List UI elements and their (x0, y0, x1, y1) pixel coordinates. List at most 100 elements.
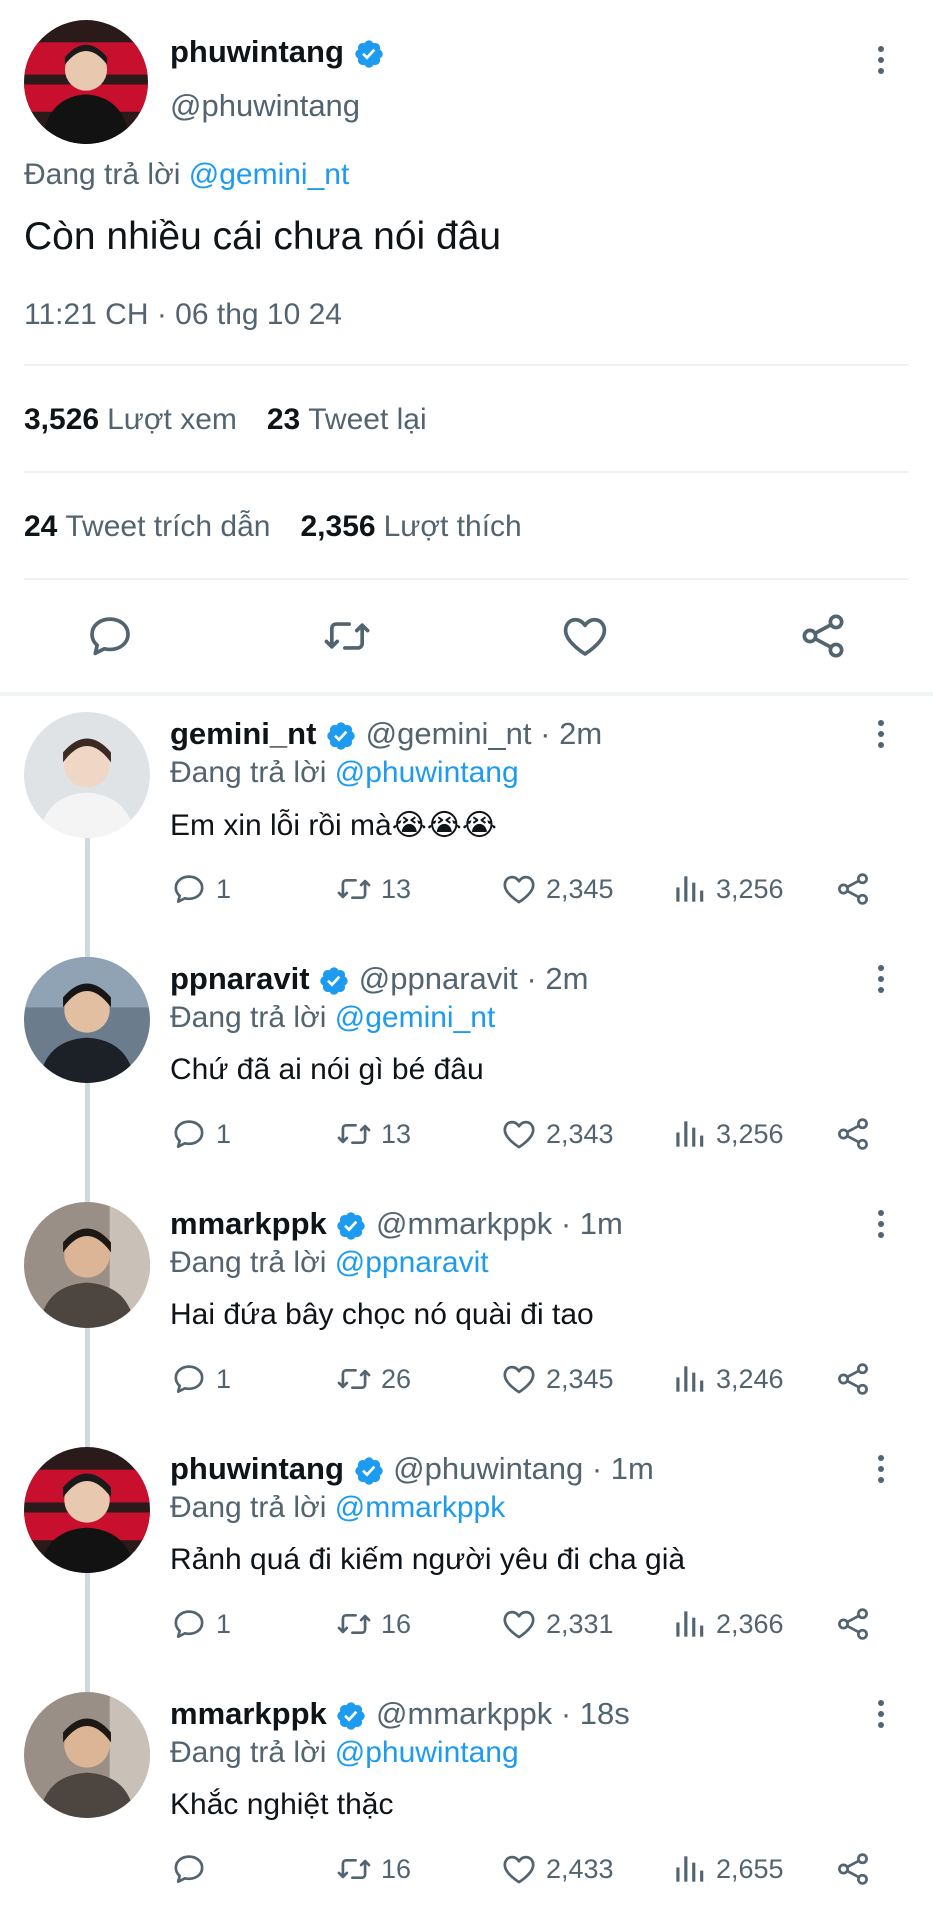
retweet-button[interactable]: 26 (335, 1360, 411, 1398)
main-tweet-actions (0, 590, 933, 680)
author-handle[interactable]: @phuwintang (393, 1451, 583, 1486)
avatar[interactable] (24, 1447, 150, 1573)
author-name[interactable]: gemini_nt (170, 716, 316, 751)
share-button[interactable] (834, 1115, 872, 1153)
retweet-button[interactable]: 16 (335, 1605, 411, 1643)
author-handle[interactable]: @phuwintang (170, 88, 360, 124)
more-options-icon[interactable] (866, 712, 896, 756)
avatar[interactable] (24, 712, 150, 838)
like-count: 2,433 (546, 1853, 614, 1884)
thread-line (85, 1083, 90, 1202)
divider (24, 471, 909, 473)
replying-to-link[interactable]: @gemini_nt (189, 158, 350, 191)
replying-to: Đang trả lời @ppnaravit (170, 1246, 489, 1280)
author-name[interactable]: mmarkppk (170, 1696, 327, 1731)
like-button[interactable]: 2,345 (500, 870, 614, 908)
views-button[interactable]: 2,366 (670, 1605, 784, 1643)
stats-row-2: 24 Tweet trích dẫn 2,356 Lượt thích (24, 510, 522, 544)
share-button[interactable] (834, 1360, 872, 1398)
author-handle[interactable]: @ppnaravit (359, 961, 518, 996)
views-button[interactable]: 2,655 (670, 1850, 784, 1888)
more-options-icon[interactable] (866, 1692, 896, 1736)
share-icon (834, 1115, 872, 1153)
author-name[interactable]: phuwintang (170, 34, 344, 69)
retweet-button[interactable]: 13 (335, 870, 411, 908)
avatar[interactable] (24, 20, 148, 144)
more-options-icon[interactable] (866, 957, 896, 1001)
reply-header: mmarkppk @mmarkppk · 18s (170, 1696, 630, 1732)
author-name[interactable]: ppnaravit (170, 961, 310, 996)
retweet-button[interactable]: 16 (335, 1850, 411, 1888)
reply-tweet[interactable]: mmarkppk @mmarkppk · 1m Đang trả lời @pp… (0, 1188, 933, 1447)
thread-line (85, 1573, 90, 1692)
reply-button[interactable]: 1 (170, 1360, 231, 1398)
verified-badge-icon (325, 720, 357, 752)
verified-badge-icon (335, 1210, 367, 1242)
reply-button[interactable]: 1 (170, 870, 231, 908)
reply-header: mmarkppk @mmarkppk · 1m (170, 1206, 623, 1242)
reply-count: 1 (216, 1363, 232, 1394)
replying-to-link[interactable]: @mmarkppk (335, 1491, 505, 1524)
like-count: 2,331 (546, 1608, 614, 1639)
views-button[interactable]: 3,256 (670, 870, 784, 908)
like-icon[interactable] (559, 610, 611, 662)
avatar[interactable] (24, 1202, 150, 1328)
reply-button[interactable]: 1 (170, 1605, 231, 1643)
author-handle[interactable]: @gemini_nt (366, 716, 532, 751)
views-stat[interactable]: 3,526 Lượt xem (24, 403, 237, 437)
replying-to-link[interactable]: @phuwintang (335, 756, 519, 789)
quotes-label: Tweet trích dẫn (65, 510, 271, 543)
views-button[interactable]: 3,256 (670, 1115, 784, 1153)
reply-time[interactable]: 1m (580, 1206, 623, 1241)
replying-to-link[interactable]: @gemini_nt (335, 1001, 496, 1034)
reply-time[interactable]: 1m (611, 1451, 654, 1486)
views-label: Lượt xem (107, 403, 237, 436)
share-button[interactable] (834, 870, 872, 908)
views-button[interactable]: 3,246 (670, 1360, 784, 1398)
replying-to-link[interactable]: @phuwintang (335, 1736, 519, 1769)
like-button[interactable]: 2,433 (500, 1850, 614, 1888)
author-name[interactable]: phuwintang (170, 1451, 344, 1486)
author-handle[interactable]: @mmarkppk (376, 1206, 552, 1241)
avatar-image (24, 1447, 150, 1573)
reply-tweet[interactable]: ppnaravit @ppnaravit · 2m Đang trả lời @… (0, 943, 933, 1202)
reply-time[interactable]: 2m (545, 961, 588, 996)
avatar[interactable] (24, 1692, 150, 1818)
tweet-text: Rảnh quá đi kiếm người yêu đi cha già (170, 1543, 686, 1576)
reply-count: 1 (216, 873, 232, 904)
retweet-button[interactable]: 13 (335, 1115, 411, 1153)
reply-icon (170, 1605, 208, 1643)
reply-tweet[interactable]: mmarkppk @mmarkppk · 18s Đang trả lời @p… (0, 1678, 933, 1920)
author-handle[interactable]: @mmarkppk (376, 1696, 552, 1731)
tweet-text: Em xin lỗi rồi mà😭😭😭 (170, 809, 497, 842)
thread-line (85, 1328, 90, 1447)
share-icon[interactable] (797, 610, 849, 662)
more-options-icon[interactable] (866, 1202, 896, 1246)
reply-button[interactable]: 1 (170, 1115, 231, 1153)
avatar[interactable] (24, 957, 150, 1083)
reply-tweet[interactable]: gemini_nt @gemini_nt · 2m Đang trả lời @… (0, 698, 933, 957)
quotes-stat[interactable]: 24 Tweet trích dẫn (24, 510, 270, 544)
likes-stat[interactable]: 2,356 Lượt thích (300, 510, 521, 544)
thread-line (85, 838, 90, 957)
retweet-icon[interactable] (321, 610, 373, 662)
share-button[interactable] (834, 1605, 872, 1643)
share-button[interactable] (834, 1850, 872, 1888)
like-button[interactable]: 2,343 (500, 1115, 614, 1153)
tweet-text: Chứ đã ai nói gì bé đâu (170, 1053, 484, 1086)
retweets-stat[interactable]: 23 Tweet lại (267, 403, 427, 437)
reply-button[interactable] (170, 1850, 216, 1888)
author-name[interactable]: mmarkppk (170, 1206, 327, 1241)
like-button[interactable]: 2,345 (500, 1360, 614, 1398)
reply-time[interactable]: 2m (559, 716, 602, 751)
like-button[interactable]: 2,331 (500, 1605, 614, 1643)
reply-tweet[interactable]: phuwintang @phuwintang · 1m Đang trả lời… (0, 1433, 933, 1692)
author-name-row[interactable]: phuwintang (170, 34, 385, 70)
more-options-icon[interactable] (866, 38, 896, 82)
reply-time[interactable]: 18s (580, 1696, 630, 1731)
more-options-icon[interactable] (866, 1447, 896, 1491)
replying-to-link[interactable]: @ppnaravit (335, 1246, 489, 1279)
views-icon (670, 1850, 708, 1888)
reply-icon[interactable] (84, 610, 136, 662)
tweet-timestamp[interactable]: 11:21 CH · 06 thg 10 24 (24, 298, 342, 332)
